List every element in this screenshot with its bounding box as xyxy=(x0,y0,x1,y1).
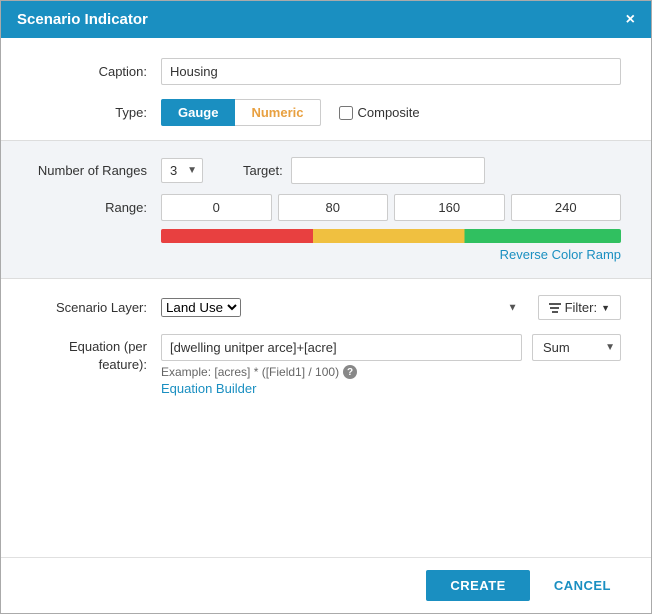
target-group: Target: xyxy=(243,157,485,184)
equation-example-text: Example: [acres] * ([Field1] / 100) xyxy=(161,365,339,379)
range-label: Range: xyxy=(31,200,161,215)
number-of-ranges-select[interactable]: 1 2 3 4 5 xyxy=(161,158,203,183)
scenario-dropdown-arrow-icon: ▼ xyxy=(508,302,518,313)
sum-select-dropdown: Sum Average Count Min Max ▼ xyxy=(532,334,621,361)
gauge-button[interactable]: Gauge xyxy=(161,99,235,126)
filter-stack-icon xyxy=(549,303,561,313)
range-input-1[interactable] xyxy=(278,194,389,221)
range-input-3[interactable] xyxy=(511,194,622,221)
dialog-footer: CREATE CANCEL xyxy=(1,557,651,613)
caption-control xyxy=(161,58,621,85)
composite-checkbox-label[interactable]: Composite xyxy=(339,105,420,120)
composite-checkbox[interactable] xyxy=(339,106,353,120)
filter-button[interactable]: Filter: ▼ xyxy=(538,295,621,320)
target-input[interactable] xyxy=(291,157,485,184)
caption-row: Caption: xyxy=(31,58,621,85)
scenario-indicator-dialog: Scenario Indicator × Caption: Type: Gaug… xyxy=(0,0,652,614)
sum-select[interactable]: Sum Average Count Min Max xyxy=(532,334,621,361)
cancel-button[interactable]: CANCEL xyxy=(538,570,627,601)
equation-content: Example: [acres] * ([Field1] / 100) ? Eq… xyxy=(161,334,522,396)
help-icon[interactable]: ? xyxy=(343,365,357,379)
lower-section: Scenario Layer: Land Use Zoning Parcels … xyxy=(31,279,621,396)
equation-example: Example: [acres] * ([Field1] / 100) ? xyxy=(161,365,522,379)
type-row: Type: Gauge Numeric Composite xyxy=(31,99,621,126)
create-button[interactable]: CREATE xyxy=(426,570,529,601)
range-input-2[interactable] xyxy=(394,194,505,221)
scenario-layer-row: Scenario Layer: Land Use Zoning Parcels … xyxy=(31,295,621,320)
gauge-config-section: Number of Ranges 1 2 3 4 5 ▼ Target: xyxy=(1,140,651,279)
numeric-button[interactable]: Numeric xyxy=(235,99,320,126)
color-ramp-row xyxy=(31,229,621,243)
range-inputs xyxy=(161,194,621,221)
range-input-0[interactable] xyxy=(161,194,272,221)
reverse-link-row: Reverse Color Ramp xyxy=(31,247,621,262)
target-label: Target: xyxy=(243,163,283,178)
number-of-ranges-row: Number of Ranges 1 2 3 4 5 ▼ Target: xyxy=(31,157,621,184)
caption-input[interactable] xyxy=(161,58,621,85)
composite-label: Composite xyxy=(358,105,420,120)
sum-select-wrapper: Sum Average Count Min Max ▼ xyxy=(532,334,621,361)
dialog-title: Scenario Indicator xyxy=(17,11,148,28)
dialog-header: Scenario Indicator × xyxy=(1,1,651,38)
scenario-layer-select[interactable]: Land Use Zoning Parcels xyxy=(161,298,241,317)
reverse-color-ramp-link[interactable]: Reverse Color Ramp xyxy=(500,247,621,262)
equation-label: Equation (per feature): xyxy=(31,334,161,374)
number-of-ranges-label: Number of Ranges xyxy=(31,163,161,178)
type-label: Type: xyxy=(31,105,161,120)
type-control: Gauge Numeric Composite xyxy=(161,99,621,126)
number-of-ranges-select-wrapper: 1 2 3 4 5 ▼ xyxy=(161,158,203,183)
scenario-layer-select-wrapper: Land Use Zoning Parcels ▼ xyxy=(161,298,528,317)
range-row: Range: xyxy=(31,194,621,221)
close-button[interactable]: × xyxy=(626,12,635,28)
color-ramp xyxy=(161,229,621,243)
scenario-layer-label: Scenario Layer: xyxy=(31,300,161,315)
equation-builder-link[interactable]: Equation Builder xyxy=(161,381,522,396)
filter-dropdown-arrow-icon: ▼ xyxy=(601,303,610,313)
caption-label: Caption: xyxy=(31,64,161,79)
type-buttons: Gauge Numeric xyxy=(161,99,321,126)
equation-input[interactable] xyxy=(161,334,522,361)
dialog-body: Caption: Type: Gauge Numeric Composite xyxy=(1,38,651,557)
equation-row: Equation (per feature): Example: [acres]… xyxy=(31,334,621,396)
filter-label: Filter: xyxy=(565,300,598,315)
